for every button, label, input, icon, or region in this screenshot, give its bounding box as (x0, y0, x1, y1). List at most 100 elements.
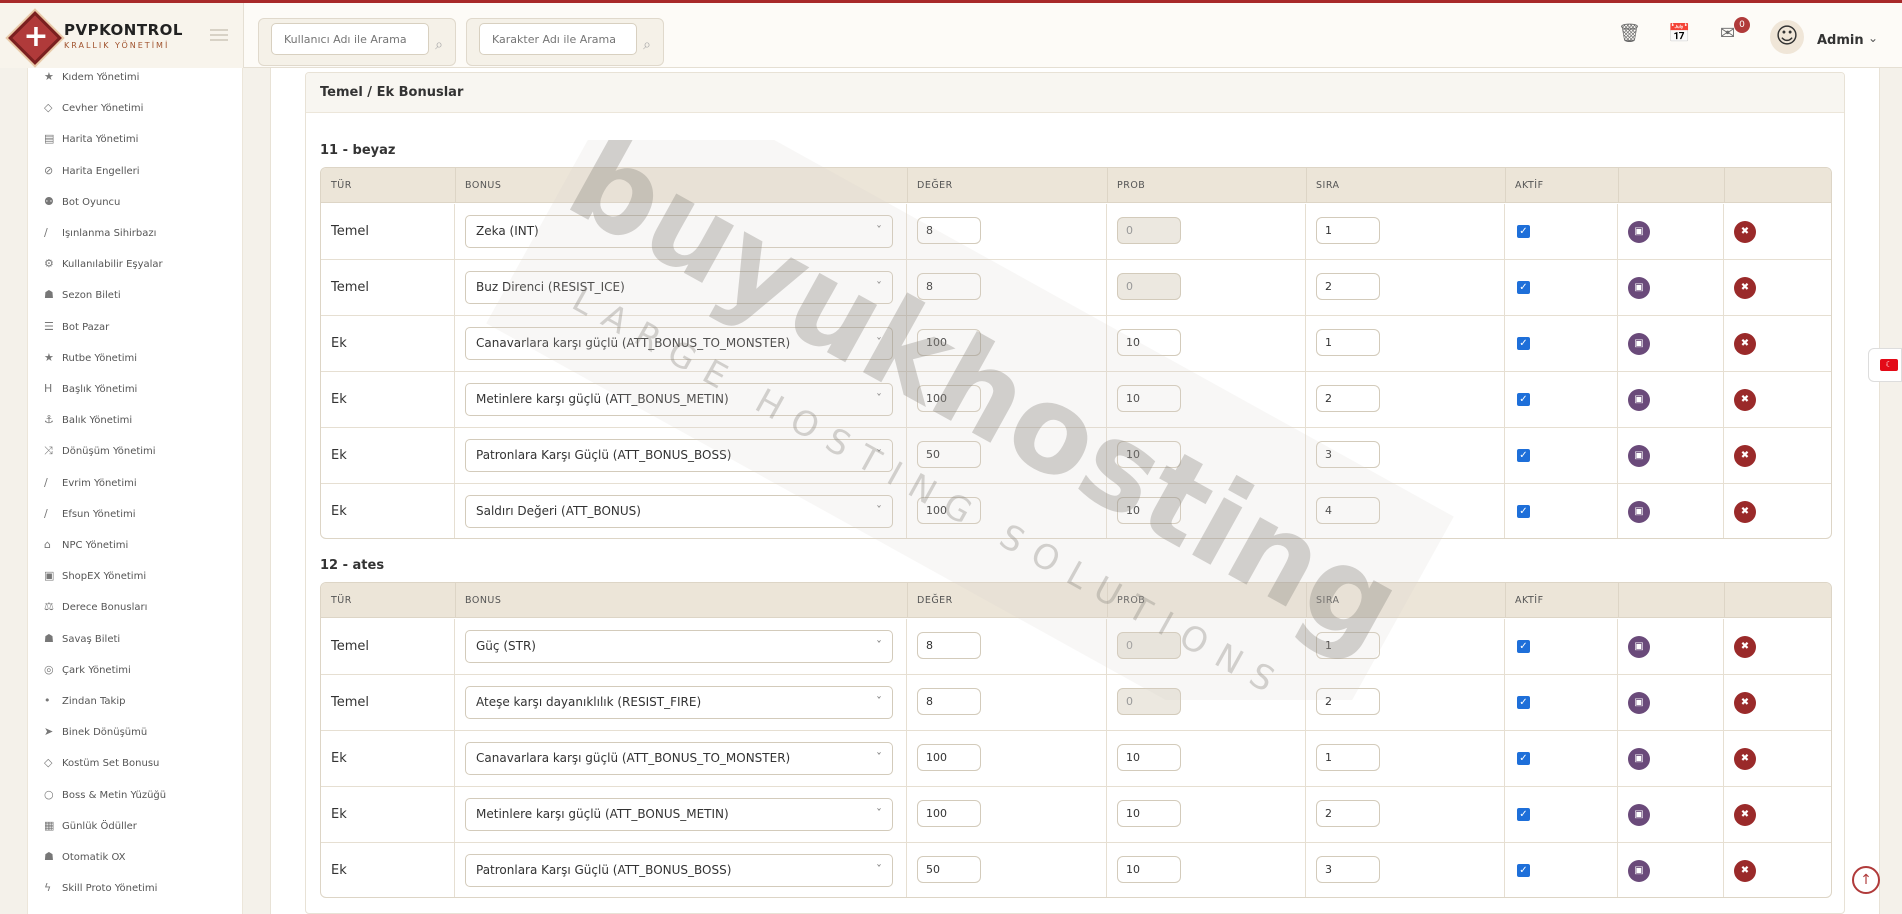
trash-icon[interactable]: 🗑 (1618, 23, 1641, 44)
sidebar-item[interactable]: ▣ ShopEX Yönetimi (28, 560, 242, 591)
save-icon[interactable]: ▣ (1628, 389, 1650, 411)
sidebar-item[interactable]: • Zindan Takip (28, 685, 242, 716)
order-input[interactable]: 1 (1316, 217, 1380, 244)
order-input[interactable]: 3 (1316, 441, 1380, 468)
sidebar-item[interactable]: ⚓ Balık Yönetimi (28, 404, 242, 435)
value-input[interactable]: 50 (917, 856, 981, 883)
save-icon[interactable]: ▣ (1628, 692, 1650, 714)
sidebar-item[interactable]: ⤨ Dönüşüm Yönetimi (28, 435, 242, 466)
active-checkbox[interactable]: ✓ (1517, 696, 1530, 709)
save-icon[interactable]: ▣ (1628, 221, 1650, 243)
save-icon[interactable]: ▣ (1628, 501, 1650, 523)
sidebar-item[interactable]: ⚙ Kullanılabilir Eşyalar (28, 248, 242, 279)
order-input[interactable]: 3 (1316, 856, 1380, 883)
sidebar-item[interactable]: ☰ Bot Pazar (28, 311, 242, 342)
trash-icon[interactable]: ✖ (1734, 221, 1756, 243)
active-checkbox[interactable]: ✓ (1517, 640, 1530, 653)
bonus-select[interactable]: Ateşe karşı dayanıklılık (RESIST_FIRE) (465, 686, 893, 719)
user-name[interactable]: Admin (1817, 33, 1864, 48)
prob-input[interactable]: 10 (1117, 329, 1181, 356)
calendar-icon[interactable]: 📅 (1668, 23, 1690, 44)
bonus-select[interactable]: Zeka (INT) (465, 215, 893, 248)
order-input[interactable]: 2 (1316, 273, 1380, 300)
prob-input[interactable]: 10 (1117, 385, 1181, 412)
value-input[interactable]: 8 (917, 273, 981, 300)
value-input[interactable]: 100 (917, 497, 981, 524)
sidebar-item[interactable]: ∕ Evrim Yönetimi (28, 467, 242, 498)
save-icon[interactable]: ▣ (1628, 636, 1650, 658)
sidebar-item[interactable]: ϟ Skill Proto Yönetimi (28, 872, 242, 903)
trash-icon[interactable]: ✖ (1734, 748, 1756, 770)
active-checkbox[interactable]: ✓ (1517, 449, 1530, 462)
scroll-top-button[interactable]: ↑ (1852, 866, 1880, 894)
trash-icon[interactable]: ✖ (1734, 445, 1756, 467)
order-input[interactable]: 1 (1316, 744, 1380, 771)
order-input[interactable]: 1 (1316, 632, 1380, 659)
active-checkbox[interactable]: ✓ (1517, 393, 1530, 406)
active-checkbox[interactable]: ✓ (1517, 752, 1530, 765)
save-icon[interactable]: ▣ (1628, 804, 1650, 826)
active-checkbox[interactable]: ✓ (1517, 505, 1530, 518)
sidebar-item[interactable]: ⚖ Derece Bonusları (28, 591, 242, 622)
sidebar-item[interactable]: ★ Rutbe Yönetimi (28, 342, 242, 373)
save-icon[interactable]: ▣ (1628, 748, 1650, 770)
order-input[interactable]: 4 (1316, 497, 1380, 524)
save-icon[interactable]: ▣ (1628, 277, 1650, 299)
active-checkbox[interactable]: ✓ (1517, 337, 1530, 350)
mail-icon[interactable]: ✉ (1720, 23, 1735, 44)
active-checkbox[interactable]: ✓ (1517, 808, 1530, 821)
prob-input[interactable]: 10 (1117, 441, 1181, 468)
order-input[interactable]: 2 (1316, 688, 1380, 715)
sidebar-item[interactable]: ◇ Kostüm Set Bonusu (28, 747, 242, 778)
bonus-select[interactable]: Canavarlara karşı güçlü (ATT_BONUS_TO_MO… (465, 327, 893, 360)
menu-toggle-icon[interactable] (210, 29, 228, 41)
sidebar-item[interactable]: ★ Kıdem Yönetimi (28, 68, 242, 92)
trash-icon[interactable]: ✖ (1734, 389, 1756, 411)
chevron-down-icon[interactable]: ⌄ (1868, 31, 1878, 45)
language-switcher[interactable]: ☾ (1868, 348, 1902, 382)
brand[interactable]: + PVPKONTROL KRALLIK YÖNETİMİ (0, 3, 244, 68)
sidebar-item[interactable]: ☗ Otomatik OX (28, 841, 242, 872)
sidebar-item[interactable]: ⌂ NPC Yönetimi (28, 529, 242, 560)
prob-input[interactable]: 10 (1117, 800, 1181, 827)
bonus-select[interactable]: Metinlere karşı güçlü (ATT_BONUS_METIN) (465, 383, 893, 416)
active-checkbox[interactable]: ✓ (1517, 225, 1530, 238)
sidebar-item[interactable]: ◎ Çark Yönetimi (28, 654, 242, 685)
order-input[interactable]: 2 (1316, 800, 1380, 827)
sidebar-item[interactable]: ☗ Sezon Bileti (28, 279, 242, 310)
sidebar-item[interactable]: ▤ Harita Yönetimi (28, 123, 242, 154)
trash-icon[interactable]: ✖ (1734, 636, 1756, 658)
sidebar-item[interactable]: ∕ Efsun Yönetimi (28, 498, 242, 529)
trash-icon[interactable]: ✖ (1734, 804, 1756, 826)
value-input[interactable]: 100 (917, 744, 981, 771)
value-input[interactable]: 8 (917, 217, 981, 244)
avatar[interactable]: ☺ (1770, 20, 1804, 54)
search-icon[interactable]: ⌕ (643, 37, 651, 53)
trash-icon[interactable]: ✖ (1734, 692, 1756, 714)
active-checkbox[interactable]: ✓ (1517, 281, 1530, 294)
sidebar-item[interactable]: ⚉ Bot Oyuncu (28, 186, 242, 217)
sidebar-item[interactable]: ☗ Savaş Bileti (28, 623, 242, 654)
value-input[interactable]: 8 (917, 632, 981, 659)
character-search-input[interactable] (479, 23, 637, 55)
prob-input[interactable]: 10 (1117, 744, 1181, 771)
bonus-select[interactable]: Patronlara Karşı Güçlü (ATT_BONUS_BOSS) (465, 439, 893, 472)
sidebar-item[interactable]: ➤ Binek Dönüşümü (28, 716, 242, 747)
bonus-select[interactable]: Buz Direnci (RESIST_ICE) (465, 271, 893, 304)
sidebar-item[interactable]: ▦ Günlük Ödüller (28, 810, 242, 841)
bonus-select[interactable]: Metinlere karşı güçlü (ATT_BONUS_METIN) (465, 798, 893, 831)
value-input[interactable]: 100 (917, 800, 981, 827)
trash-icon[interactable]: ✖ (1734, 277, 1756, 299)
sidebar-item[interactable]: ∕ Işınlanma Sihirbazı (28, 217, 242, 248)
prob-input[interactable]: 10 (1117, 856, 1181, 883)
prob-input[interactable]: 10 (1117, 497, 1181, 524)
bonus-select[interactable]: Canavarlara karşı güçlü (ATT_BONUS_TO_MO… (465, 742, 893, 775)
value-input[interactable]: 100 (917, 385, 981, 412)
value-input[interactable]: 50 (917, 441, 981, 468)
bonus-select[interactable]: Güç (STR) (465, 630, 893, 663)
trash-icon[interactable]: ✖ (1734, 860, 1756, 882)
save-icon[interactable]: ▣ (1628, 860, 1650, 882)
value-input[interactable]: 8 (917, 688, 981, 715)
active-checkbox[interactable]: ✓ (1517, 864, 1530, 877)
sidebar-item[interactable]: ⊘ Harita Engelleri (28, 155, 242, 186)
